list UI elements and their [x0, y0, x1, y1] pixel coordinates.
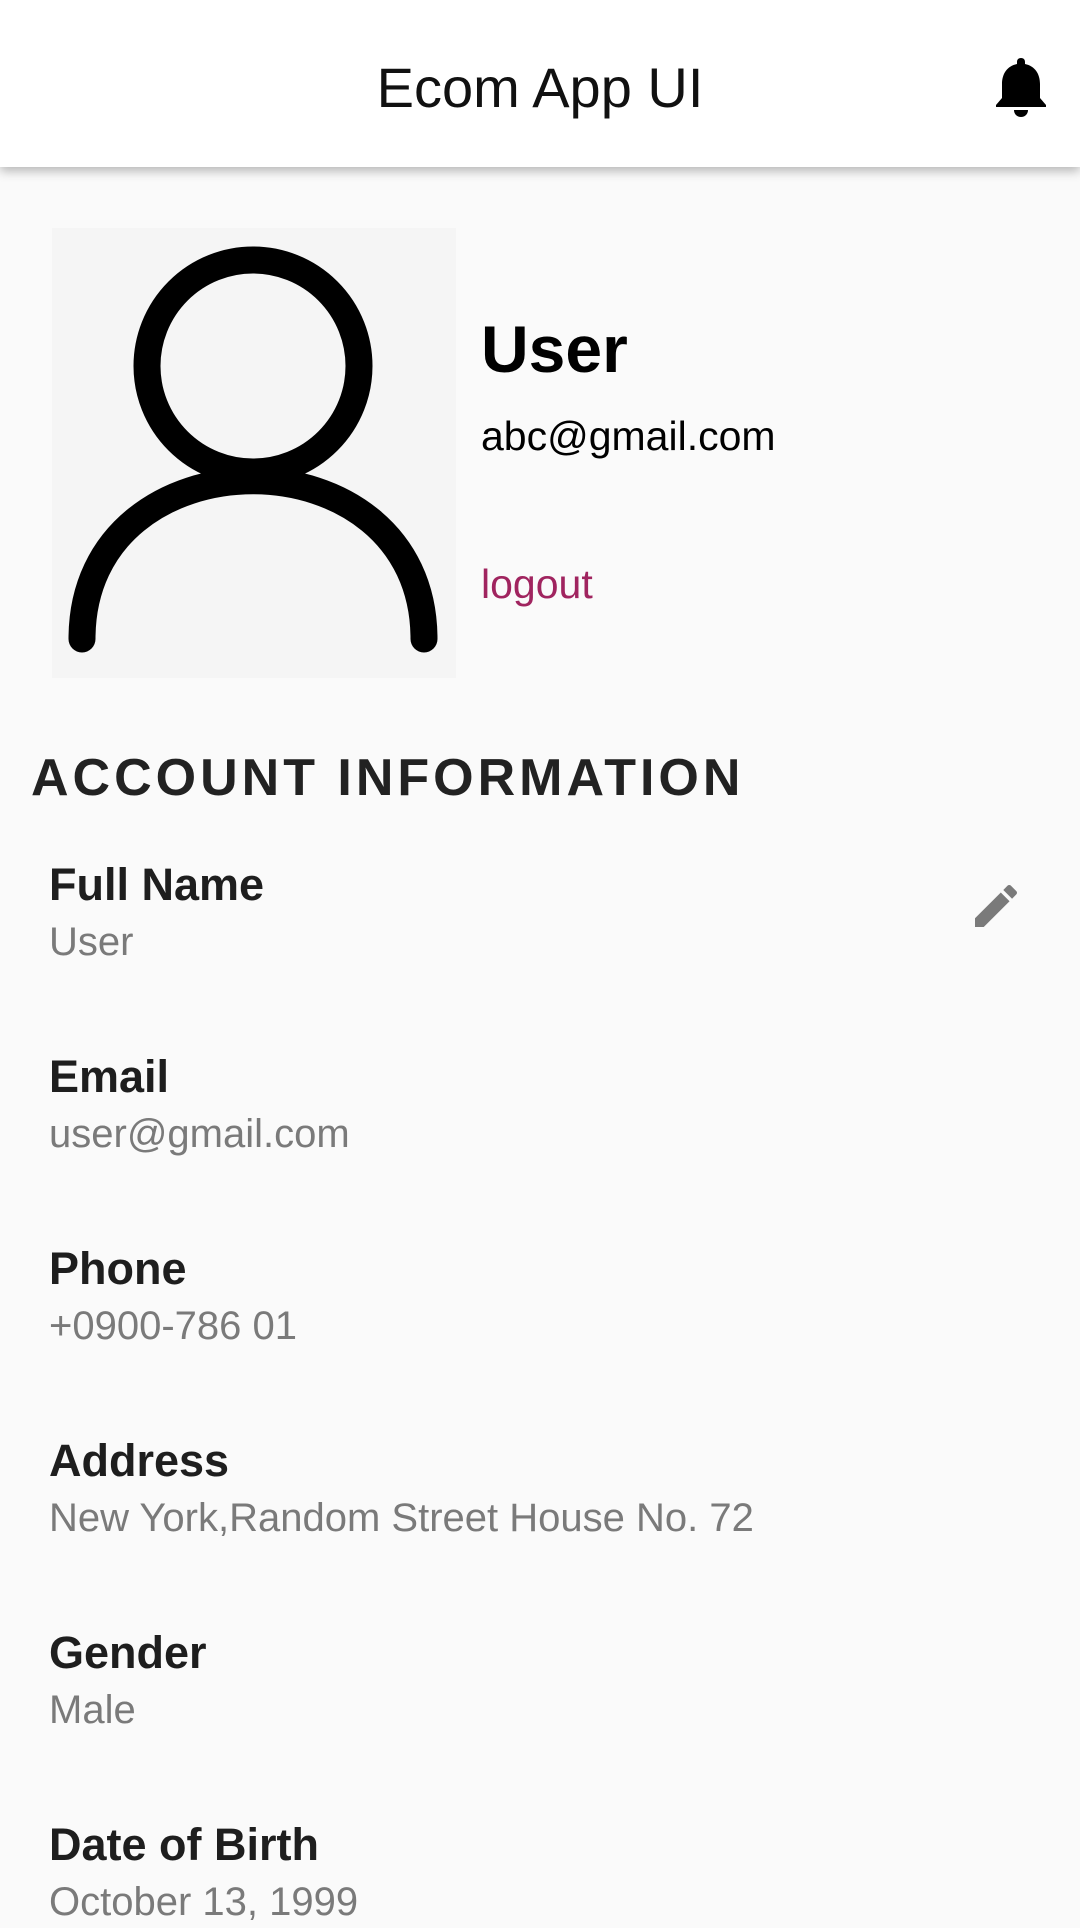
info-label: Date of Birth — [49, 1819, 319, 1870]
app-bar: Ecom App UI — [0, 0, 1080, 167]
info-label: Gender — [49, 1627, 207, 1678]
info-label: Full Name — [49, 859, 265, 910]
info-value: User — [49, 920, 134, 964]
info-item-gender: Gender Male — [49, 1626, 949, 1736]
info-item-phone: Phone +0900-786 01 — [49, 1242, 949, 1352]
info-value: Male — [49, 1688, 136, 1732]
pencil-icon[interactable] — [968, 878, 1024, 934]
profile-email: abc@gmail.com — [481, 413, 776, 459]
info-item-email: Email user@gmail.com — [49, 1050, 949, 1160]
logout-link[interactable]: logout — [481, 559, 593, 609]
info-value: +0900-786 01 — [49, 1304, 298, 1348]
info-value: October 13, 1999 — [49, 1880, 359, 1924]
app-title: Ecom App UI — [376, 56, 704, 119]
info-item-address: Address New York,Random Street House No.… — [49, 1434, 949, 1544]
info-value: user@gmail.com — [49, 1112, 350, 1156]
info-item-full-name: Full Name User — [49, 858, 949, 968]
avatar — [52, 228, 456, 678]
info-label: Phone — [49, 1243, 187, 1294]
info-value: New York,Random Street House No. 72 — [49, 1496, 754, 1540]
info-label: Address — [49, 1435, 230, 1486]
section-title: ACCOUNT INFORMATION — [31, 749, 745, 807]
info-item-date-of-birth: Date of Birth October 13, 1999 — [49, 1818, 949, 1928]
info-label: Email — [49, 1051, 170, 1102]
profile-name: User — [481, 312, 628, 386]
bell-icon[interactable] — [993, 54, 1049, 118]
user-outline-icon — [68, 246, 438, 653]
